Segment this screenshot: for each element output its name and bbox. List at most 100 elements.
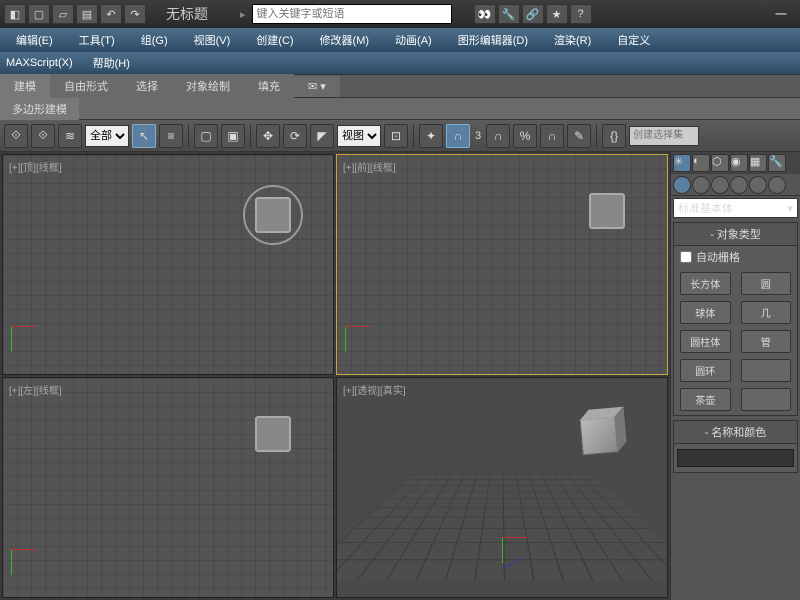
tube-button[interactable]: 管 bbox=[741, 330, 792, 353]
ribbon-subtabs: 多边形建模 bbox=[0, 98, 800, 120]
utility-tab-icon[interactable]: 🔧 bbox=[768, 154, 786, 172]
box-button[interactable]: 长方体 bbox=[680, 272, 731, 295]
rollout-toggle[interactable]: - bbox=[710, 229, 714, 241]
main-toolbar: ⟐ ⟐ ≋ 全部 ↖ ≡ ▢ ▣ ✥ ⟳ ◤ 视图 ⊡ ✦ ∩ 3 ∩ % ∩ … bbox=[0, 120, 800, 152]
object-name-input[interactable] bbox=[677, 449, 794, 467]
viewport-perspective[interactable]: [+][透视][真实] bbox=[336, 377, 668, 598]
menu-view[interactable]: 视图(V) bbox=[184, 30, 241, 50]
menu-create[interactable]: 创建(C) bbox=[246, 30, 303, 50]
help-icon[interactable]: ? bbox=[570, 4, 592, 24]
search-arrow-icon: ▸ bbox=[240, 8, 246, 21]
percent-snap-icon[interactable]: % bbox=[513, 124, 537, 148]
primitive-type-select[interactable]: 标准基本体 ▾ bbox=[673, 198, 798, 218]
star-icon[interactable]: ★ bbox=[546, 4, 568, 24]
menu-maxscript[interactable]: MAXScript(X) bbox=[6, 57, 73, 69]
rect-select-icon[interactable]: ▢ bbox=[194, 124, 218, 148]
name-color-rollout: - 名称和颜色 bbox=[673, 420, 798, 473]
pyramid-button[interactable] bbox=[741, 359, 792, 382]
bind-tool-icon[interactable]: ≋ bbox=[58, 124, 82, 148]
viewcube-icon[interactable] bbox=[255, 416, 291, 452]
save-icon[interactable]: ▤ bbox=[76, 4, 98, 24]
menu-custom[interactable]: 自定义 bbox=[607, 30, 660, 50]
tab-objpaint[interactable]: 对象绘制 bbox=[172, 74, 244, 98]
ref-coord-select[interactable]: 视图 bbox=[337, 125, 381, 147]
snap-label: 3 bbox=[475, 130, 481, 142]
subtab-polymodel[interactable]: 多边形建模 bbox=[0, 98, 79, 120]
autogrid-checkbox[interactable] bbox=[680, 251, 692, 263]
shapes-icon[interactable] bbox=[692, 176, 710, 194]
tab-fill[interactable]: 填充 bbox=[244, 74, 294, 98]
open-icon[interactable]: ▱ bbox=[52, 4, 74, 24]
binoculars-icon[interactable]: 👀 bbox=[474, 4, 496, 24]
viewport-top[interactable]: [+][顶][线框] bbox=[2, 154, 334, 375]
named-set-icon[interactable]: {} bbox=[602, 124, 626, 148]
tab-modeling[interactable]: 建模 bbox=[0, 74, 50, 98]
helpers-icon[interactable] bbox=[749, 176, 767, 194]
teapot-button[interactable]: 茶壶 bbox=[680, 388, 731, 411]
cylinder-button[interactable]: 圆柱体 bbox=[680, 330, 731, 353]
tab-select[interactable]: 选择 bbox=[122, 74, 172, 98]
create-tab-icon[interactable]: ✳ bbox=[673, 154, 691, 172]
rotate-tool-icon[interactable]: ⟳ bbox=[283, 124, 307, 148]
scale-tool-icon[interactable]: ◤ bbox=[310, 124, 334, 148]
tab-freeform[interactable]: 自由形式 bbox=[50, 74, 122, 98]
wrench-icon[interactable]: 🔧 bbox=[498, 4, 520, 24]
viewcube-icon[interactable] bbox=[579, 416, 618, 455]
sphere-button[interactable]: 球体 bbox=[680, 301, 731, 324]
angle-snap-icon[interactable]: ∩ bbox=[486, 124, 510, 148]
app-menu-icon[interactable]: ◧ bbox=[4, 4, 26, 24]
select-tool-icon[interactable]: ↖ bbox=[132, 124, 156, 148]
modify-tab-icon[interactable]: ◐ bbox=[692, 154, 710, 172]
menu-anim[interactable]: 动画(A) bbox=[385, 30, 442, 50]
undo-icon[interactable]: ↶ bbox=[100, 4, 122, 24]
move-tool-icon[interactable]: ✥ bbox=[256, 124, 280, 148]
menu-group[interactable]: 组(G) bbox=[131, 30, 178, 50]
lights-icon[interactable] bbox=[711, 176, 729, 194]
command-tabs: ✳ ◐ ⬡ ◉ ▦ 🔧 bbox=[671, 152, 800, 174]
tab-mail-icon[interactable]: ✉ ▾ bbox=[294, 76, 340, 97]
cone-button[interactable]: 圆 bbox=[741, 272, 792, 295]
menu-modifier[interactable]: 修改器(M) bbox=[310, 30, 380, 50]
selection-set-input[interactable] bbox=[629, 126, 699, 146]
geosphere-button[interactable]: 几 bbox=[741, 301, 792, 324]
cameras-icon[interactable] bbox=[730, 176, 748, 194]
edit-set-icon[interactable]: ✎ bbox=[567, 124, 591, 148]
display-tab-icon[interactable]: ▦ bbox=[749, 154, 767, 172]
rollout-toggle[interactable]: - bbox=[705, 427, 709, 439]
menu-render[interactable]: 渲染(R) bbox=[544, 30, 601, 50]
menu-help[interactable]: 帮助(H) bbox=[93, 55, 130, 71]
viewcube-icon[interactable] bbox=[589, 193, 625, 229]
axis-gizmo-icon bbox=[11, 549, 51, 589]
main-area: [+][顶][线框] [+][前][线框] [+][左][线框] [+][透视]… bbox=[0, 152, 800, 600]
window-title: 无标题 bbox=[166, 4, 208, 24]
hierarchy-tab-icon[interactable]: ⬡ bbox=[711, 154, 729, 172]
viewport-left[interactable]: [+][左][线框] bbox=[2, 377, 334, 598]
viewcube-icon[interactable] bbox=[255, 197, 291, 233]
manip-icon[interactable]: ✦ bbox=[419, 124, 443, 148]
motion-tab-icon[interactable]: ◉ bbox=[730, 154, 748, 172]
redo-icon[interactable]: ↷ bbox=[124, 4, 146, 24]
menu-tools[interactable]: 工具(T) bbox=[69, 30, 125, 50]
space-warps-icon[interactable] bbox=[768, 176, 786, 194]
title-bar: ◧ ▢ ▱ ▤ ↶ ↷ 无标题 ▸ 👀 🔧 🔗 ★ ? — bbox=[0, 0, 800, 28]
select-name-icon[interactable]: ≡ bbox=[159, 124, 183, 148]
selection-filter-select[interactable]: 全部 bbox=[85, 125, 129, 147]
unlink-tool-icon[interactable]: ⟐ bbox=[31, 124, 55, 148]
menu-graph[interactable]: 图形编辑器(D) bbox=[448, 30, 538, 50]
link-tool-icon[interactable]: ⟐ bbox=[4, 124, 28, 148]
minimize-button[interactable]: — bbox=[766, 4, 796, 24]
geometry-icon[interactable] bbox=[673, 176, 691, 194]
search-input[interactable] bbox=[252, 4, 452, 24]
pivot-icon[interactable]: ⊡ bbox=[384, 124, 408, 148]
snap-toggle-icon[interactable]: ∩ bbox=[446, 124, 470, 148]
new-icon[interactable]: ▢ bbox=[28, 4, 50, 24]
viewport-top-label: [+][顶][线框] bbox=[9, 159, 62, 174]
link-icon[interactable]: 🔗 bbox=[522, 4, 544, 24]
spinner-snap-icon[interactable]: ∩ bbox=[540, 124, 564, 148]
menu-edit[interactable]: 编辑(E) bbox=[6, 30, 63, 50]
object-type-rollout: - 对象类型 自动栅格 长方体 圆 球体 几 圆柱体 管 圆环 茶壶 bbox=[673, 222, 798, 416]
torus-button[interactable]: 圆环 bbox=[680, 359, 731, 382]
window-cross-icon[interactable]: ▣ bbox=[221, 124, 245, 148]
plane-button[interactable] bbox=[741, 388, 792, 411]
viewport-front[interactable]: [+][前][线框] bbox=[336, 154, 668, 375]
